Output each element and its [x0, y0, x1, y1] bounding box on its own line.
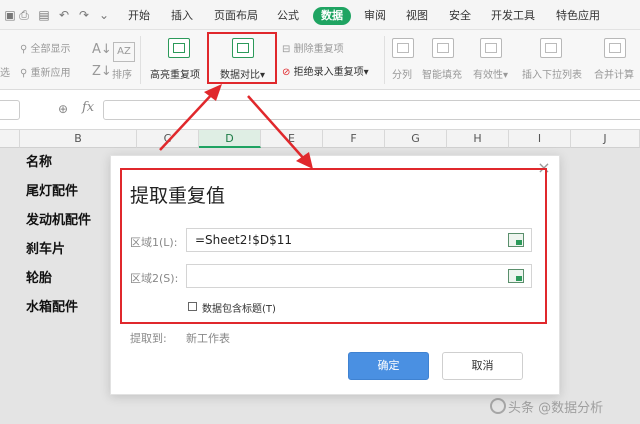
validity-icon[interactable]: [480, 38, 502, 58]
column-header-c[interactable]: C: [137, 130, 199, 148]
funnel-icon: ⚲: [20, 44, 28, 55]
tab-view[interactable]: 视图: [406, 7, 428, 25]
cancel-button[interactable]: 取消: [442, 352, 523, 380]
tab-data[interactable]: 数据: [313, 7, 351, 25]
column-header-h[interactable]: H: [447, 130, 509, 148]
insert-dropdown-button[interactable]: 插入下拉列表: [522, 66, 582, 81]
split-icon[interactable]: [392, 38, 414, 58]
cell-b-name[interactable]: 名称: [26, 148, 52, 177]
grid-line: [571, 148, 572, 424]
ribbon-separator: [384, 36, 385, 84]
undo-icon[interactable]: ↶: [56, 7, 72, 23]
show-all-button[interactable]: ⚲ 全部显示: [20, 40, 71, 55]
column-header-b[interactable]: B: [20, 130, 137, 148]
tab-insert[interactable]: 插入: [171, 7, 193, 25]
cell-b-radiator[interactable]: 水箱配件: [26, 293, 78, 322]
smart-fill-icon[interactable]: [432, 38, 454, 58]
reapply-icon: ⚲: [20, 68, 28, 79]
validity-button[interactable]: 有效性▾: [473, 66, 508, 81]
cell-b-brake[interactable]: 刹车片: [26, 235, 65, 264]
grid-line: [20, 148, 21, 424]
extract-to-value[interactable]: 新工作表: [186, 330, 230, 346]
column-header-d[interactable]: D: [199, 130, 261, 148]
watermark-logo-icon: [490, 398, 506, 414]
fx-icon[interactable]: fx: [82, 100, 94, 115]
tab-home[interactable]: 开始: [128, 7, 150, 25]
reject-duplicates-button[interactable]: ⊘ 拒绝录入重复项▾: [282, 63, 369, 78]
ribbon: ⚲ 全部显示 选 ⚲ 重新应用 A↓ Z↓ AZ 排序 高亮重复项 数据对比▾ …: [0, 30, 640, 90]
column-header-j[interactable]: J: [571, 130, 640, 148]
column-header-g[interactable]: G: [385, 130, 447, 148]
formula-bar: ⊕ fx: [0, 90, 640, 130]
column-header-a[interactable]: [0, 130, 20, 148]
formula-input[interactable]: [103, 100, 640, 120]
insert-dropdown-icon[interactable]: [540, 38, 562, 58]
tab-special-apps[interactable]: 特色应用: [556, 7, 600, 25]
sort-button[interactable]: 排序: [112, 66, 132, 81]
merge-calc-icon[interactable]: [604, 38, 626, 58]
column-header-i[interactable]: I: [509, 130, 571, 148]
cell-b-taillight[interactable]: 尾灯配件: [26, 177, 78, 206]
reject-icon: ⊘: [282, 67, 291, 78]
cell-b-tire[interactable]: 轮胎: [26, 264, 52, 293]
data-compare-highlight: [207, 32, 277, 84]
highlight-duplicates-icon[interactable]: [168, 38, 190, 58]
cell-b-engine[interactable]: 发动机配件: [26, 206, 91, 235]
tab-developer[interactable]: 开发工具: [491, 7, 535, 25]
delete-icon: ⊟: [282, 44, 291, 55]
print-icon[interactable]: ⎙: [16, 7, 32, 23]
extract-to-label: 提取到:: [130, 332, 167, 345]
column-header-e[interactable]: E: [261, 130, 323, 148]
menu-bar: ▣ ⎙ ▤ ↶ ↷ ⌄ 开始 插入 页面布局 公式 数据 审阅 视图 安全 开发…: [0, 0, 640, 30]
print-preview-icon[interactable]: ▤: [36, 7, 52, 23]
sort-icon[interactable]: AZ: [113, 42, 135, 62]
reapply-button[interactable]: ⚲ 重新应用: [20, 64, 71, 79]
sort-descending-icon[interactable]: Z↓: [92, 64, 112, 79]
watermark: 头条 @数据分析: [508, 401, 604, 416]
dialog-highlight: [120, 168, 547, 324]
ribbon-separator: [140, 36, 141, 84]
redo-icon[interactable]: ↷: [76, 7, 92, 23]
split-button[interactable]: 分列: [392, 66, 412, 81]
highlight-duplicates-button[interactable]: 高亮重复项: [150, 66, 200, 81]
merge-calc-button[interactable]: 合并计算: [594, 66, 634, 81]
smart-fill-button[interactable]: 智能填充: [422, 66, 462, 81]
filter-label: 选: [0, 68, 10, 79]
ok-button[interactable]: 确定: [348, 352, 429, 380]
sort-ascending-icon[interactable]: A↓: [92, 42, 112, 57]
tab-review[interactable]: 审阅: [364, 7, 386, 25]
name-box[interactable]: [0, 100, 20, 120]
tab-security[interactable]: 安全: [449, 7, 471, 25]
tab-formulas[interactable]: 公式: [277, 7, 299, 25]
zoom-icon[interactable]: ⊕: [58, 102, 68, 116]
column-header-f[interactable]: F: [323, 130, 385, 148]
delete-duplicates-button[interactable]: ⊟ 删除重复项: [282, 40, 344, 55]
customize-chevron-icon[interactable]: ⌄: [96, 7, 112, 23]
tab-page-layout[interactable]: 页面布局: [214, 7, 258, 25]
